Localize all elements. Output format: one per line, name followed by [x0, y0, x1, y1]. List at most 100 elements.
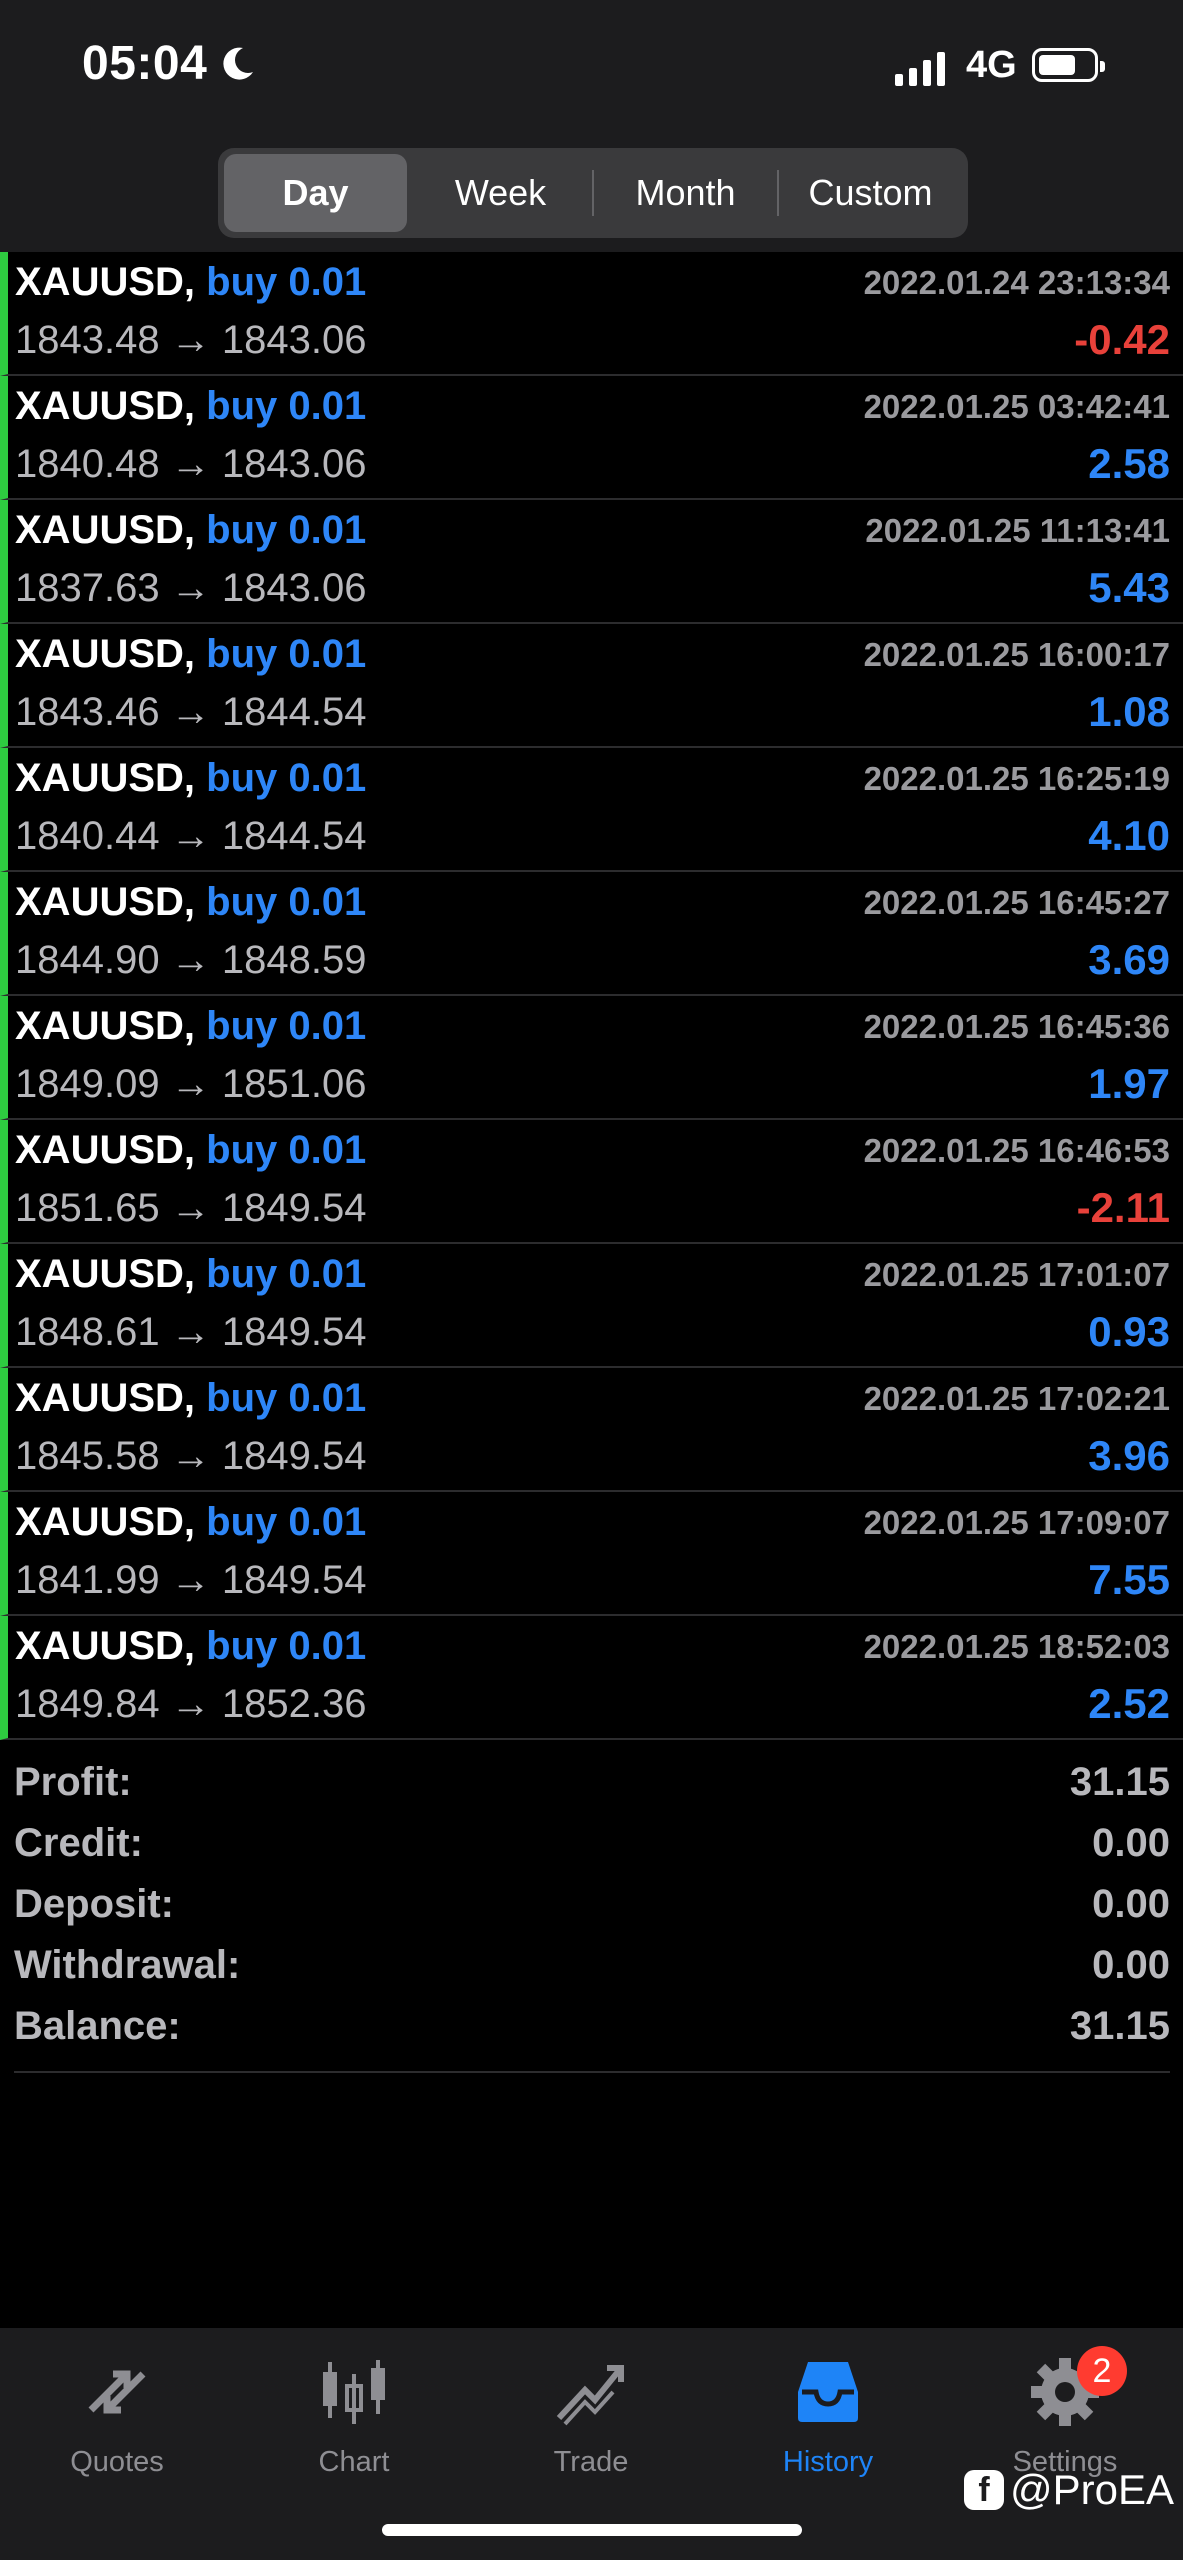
deal-open-price: 1843.48 [15, 318, 160, 362]
summary-deposit-row: Deposit: 0.00 [14, 1874, 1170, 1935]
summary-label: Deposit: [14, 1882, 174, 1926]
tab-history[interactable]: History [738, 2352, 918, 2492]
deal-symbol-text: XAUUSD, [15, 260, 196, 304]
arrow-icon: → [170, 566, 211, 610]
tab-label: Chart [318, 2446, 390, 2478]
arrow-icon: → [170, 1062, 211, 1106]
home-indicator [382, 2524, 802, 2536]
deal-row[interactable]: XAUUSD, buy 0.01 2022.01.25 18:52:03 1849.… [0, 1616, 1183, 1740]
deal-row[interactable]: XAUUSD, buy 0.01 2022.01.25 16:00:17 1843.… [0, 624, 1183, 748]
deal-prices: 1843.48 → 1843.06 [15, 318, 366, 363]
segment-custom[interactable]: Custom [779, 154, 962, 232]
deal-open-price: 1843.46 [15, 690, 160, 734]
deal-time: 2022.01.25 16:45:36 [863, 1008, 1170, 1045]
segment-day[interactable]: Day [224, 154, 407, 232]
deal-open-price: 1849.84 [15, 1682, 160, 1726]
deal-row[interactable]: XAUUSD, buy 0.01 2022.01.25 17:02:21 1845.… [0, 1368, 1183, 1492]
segment-week[interactable]: Week [409, 154, 592, 232]
deal-side: buy 0.01 [206, 508, 367, 552]
trade-icon [556, 2365, 624, 2426]
arrow-icon: → [170, 1682, 211, 1726]
deal-symbol: XAUUSD, buy 0.01 [15, 508, 366, 553]
deal-side: buy 0.01 [206, 1128, 367, 1172]
deal-time: 2022.01.25 16:45:27 [863, 884, 1170, 921]
deal-row[interactable]: XAUUSD, buy 0.01 2022.01.25 17:01:07 1848.… [0, 1244, 1183, 1368]
deal-close-price: 1852.36 [221, 1682, 367, 1726]
deal-profit: 2.58 [1088, 440, 1170, 487]
deal-side: buy 0.01 [206, 1624, 367, 1668]
deal-row[interactable]: XAUUSD, buy 0.01 2022.01.25 03:42:41 1840.… [0, 376, 1183, 500]
deal-prices: 1848.61 → 1849.54 [15, 1310, 366, 1355]
arrow-icon: → [170, 1558, 211, 1602]
deal-side: buy 0.01 [206, 632, 367, 676]
status-bar: 05:04 4G [0, 0, 1183, 140]
deal-row[interactable]: XAUUSD, buy 0.01 2022.01.24 23:13:34 1843.… [0, 252, 1183, 376]
deal-row[interactable]: XAUUSD, buy 0.01 2022.01.25 16:25:19 1840.… [0, 748, 1183, 872]
battery-icon [1032, 48, 1105, 82]
period-segmented-control: Day Week Month Custom [218, 148, 968, 238]
deal-side: buy 0.01 [206, 260, 367, 304]
deal-open-price: 1849.09 [15, 1062, 160, 1106]
deal-open-price: 1845.58 [15, 1434, 160, 1478]
deal-row[interactable]: XAUUSD, buy 0.01 2022.01.25 17:09:07 1841.… [0, 1492, 1183, 1616]
deal-profit: 5.43 [1088, 564, 1170, 611]
deal-symbol: XAUUSD, buy 0.01 [15, 260, 366, 305]
tab-quotes[interactable]: Quotes [27, 2352, 207, 2492]
deal-row[interactable]: XAUUSD, buy 0.01 2022.01.25 16:46:53 1851.… [0, 1120, 1183, 1244]
summary-label: Profit: [14, 1760, 132, 1804]
deal-symbol: XAUUSD, buy 0.01 [15, 1128, 366, 1173]
deal-close-price: 1843.06 [221, 318, 367, 362]
deal-time: 2022.01.25 16:00:17 [863, 636, 1170, 673]
deal-symbol: XAUUSD, buy 0.01 [15, 632, 366, 677]
tab-chart[interactable]: Chart [264, 2352, 444, 2492]
deal-side: buy 0.01 [206, 880, 367, 924]
deal-time: 2022.01.25 11:13:41 [865, 512, 1170, 549]
watermark-text: @ProEA [1010, 2466, 1175, 2513]
segment-month[interactable]: Month [594, 154, 777, 232]
deal-symbol-text: XAUUSD, [15, 1500, 196, 1544]
deal-close-price: 1849.54 [221, 1310, 367, 1354]
deal-profit: 1.08 [1088, 688, 1170, 735]
deal-symbol: XAUUSD, buy 0.01 [15, 1252, 366, 1297]
summary-value: 31.15 [1069, 2004, 1170, 2048]
deal-symbol-text: XAUUSD, [15, 1376, 196, 1420]
deal-close-price: 1844.54 [221, 690, 367, 734]
deal-symbol: XAUUSD, buy 0.01 [15, 880, 366, 925]
quotes-icon [88, 2370, 146, 2414]
summary-credit-row: Credit: 0.00 [14, 1813, 1170, 1874]
deal-open-price: 1848.61 [15, 1310, 160, 1354]
deal-symbol: XAUUSD, buy 0.01 [15, 756, 366, 801]
deal-side: buy 0.01 [206, 1376, 367, 1420]
deal-profit: 7.55 [1088, 1556, 1170, 1603]
deal-prices: 1849.84 → 1852.36 [15, 1682, 366, 1727]
deal-side: buy 0.01 [206, 756, 367, 800]
period-selector-bar: Day Week Month Custom [0, 140, 1183, 252]
deal-time: 2022.01.25 03:42:41 [863, 388, 1170, 425]
deal-symbol: XAUUSD, buy 0.01 [15, 1624, 366, 1669]
deal-open-price: 1840.48 [15, 442, 160, 486]
deal-side: buy 0.01 [206, 1252, 367, 1296]
deal-prices: 1841.99 → 1849.54 [15, 1558, 366, 1603]
summary-withdrawal-row: Withdrawal: 0.00 [14, 1935, 1170, 1996]
watermark: f @ProEA [964, 2466, 1174, 2514]
deal-time: 2022.01.25 17:02:21 [863, 1380, 1170, 1417]
deal-time: 2022.01.25 16:25:19 [863, 760, 1170, 797]
deal-time: 2022.01.24 23:13:34 [863, 264, 1170, 301]
deal-profit: 0.93 [1088, 1308, 1170, 1355]
signal-icon [895, 50, 945, 86]
status-time: 05:04 [82, 36, 257, 91]
summary-value: 0.00 [1092, 1882, 1170, 1926]
deal-open-price: 1851.65 [15, 1186, 160, 1230]
deal-row[interactable]: XAUUSD, buy 0.01 2022.01.25 16:45:27 1844.… [0, 872, 1183, 996]
deal-row[interactable]: XAUUSD, buy 0.01 2022.01.25 11:13:41 1837.… [0, 500, 1183, 624]
summary-label: Withdrawal: [14, 1943, 241, 1987]
arrow-icon: → [170, 690, 211, 734]
deal-row[interactable]: XAUUSD, buy 0.01 2022.01.25 16:45:36 1849.… [0, 996, 1183, 1120]
summary-label: Credit: [14, 1821, 143, 1865]
summary-value: 31.15 [1069, 1760, 1170, 1804]
tab-trade[interactable]: Trade [501, 2352, 681, 2492]
tab-label: History [782, 2446, 874, 2478]
deal-symbol: XAUUSD, buy 0.01 [15, 384, 366, 429]
deal-prices: 1840.44 → 1844.54 [15, 814, 366, 859]
deal-symbol-text: XAUUSD, [15, 1128, 196, 1172]
